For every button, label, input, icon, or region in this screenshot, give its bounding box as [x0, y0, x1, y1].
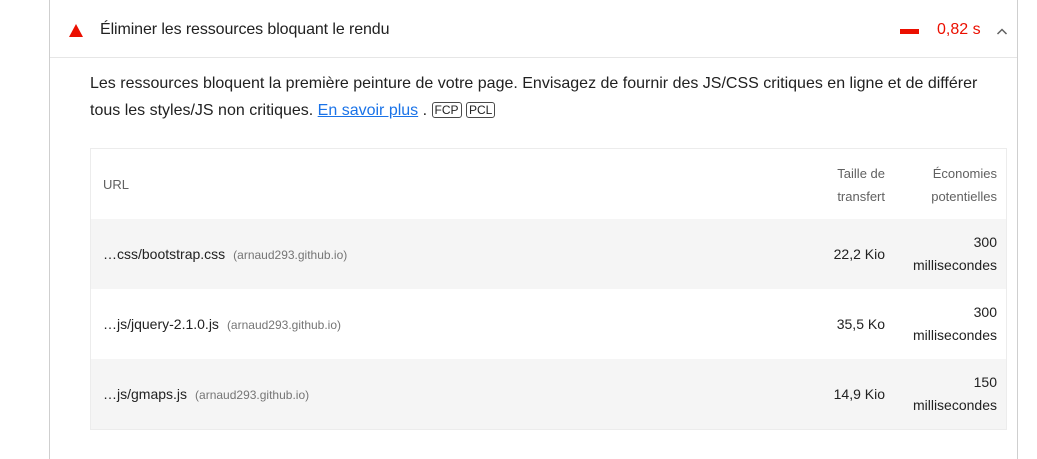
table-row: …css/bootstrap.css (arnaud293.github.io) … [91, 219, 1006, 289]
resources-table: URL Taille de transfert Économies potent… [90, 148, 1007, 430]
row-url-text: …css/bootstrap.css [103, 246, 226, 262]
row-savings: 300 millisecondes [887, 231, 997, 277]
row-savings-unit: millisecondes [912, 397, 997, 413]
chevron-up-icon[interactable] [994, 24, 1010, 40]
row-host: (arnaud293.github.io) [233, 248, 348, 262]
warning-triangle-icon [69, 24, 83, 37]
audit-timing: 0,82 s [937, 21, 981, 38]
row-url: …js/gmaps.js (arnaud293.github.io) [103, 386, 309, 402]
column-header-size-line1: Taille de [837, 166, 885, 181]
column-header-size-line2: transfert [837, 189, 885, 204]
row-savings: 150 millisecondes [887, 371, 997, 417]
row-size: 14,9 Kio [833, 386, 885, 402]
fail-bar-icon [900, 29, 919, 34]
row-url-text: …js/jquery-2.1.0.js [103, 316, 219, 332]
row-savings-value: 300 [973, 234, 997, 250]
column-header-size: Taille de transfert [805, 162, 885, 208]
row-savings-value: 300 [973, 304, 997, 320]
row-url-text: …js/gmaps.js [103, 386, 188, 402]
audit-description: Les ressources bloquent la première pein… [90, 70, 1005, 124]
row-savings-unit: millisecondes [912, 257, 997, 273]
row-size: 22,2 Kio [833, 246, 885, 262]
row-url: …css/bootstrap.css (arnaud293.github.io) [103, 246, 347, 262]
row-savings-unit: millisecondes [912, 327, 997, 343]
column-header-savings-line1: Économies [932, 166, 997, 181]
row-host: (arnaud293.github.io) [195, 388, 310, 402]
table-header: URL Taille de transfert Économies potent… [91, 149, 1006, 219]
learn-more-link[interactable]: En savoir plus [318, 102, 419, 119]
row-size: 35,5 Ko [836, 316, 885, 332]
column-header-savings: Économies potentielles [897, 162, 997, 208]
table-row: …js/jquery-2.1.0.js (arnaud293.github.io)… [91, 289, 1006, 359]
table-row: …js/gmaps.js (arnaud293.github.io) 14,9 K… [91, 359, 1006, 429]
audit-card: Éliminer les ressources bloquant le rend… [49, 0, 1018, 459]
tag-pcl: PCL [465, 102, 496, 118]
row-savings-value: 150 [973, 374, 997, 390]
column-header-url: URL [103, 177, 130, 192]
row-savings: 300 millisecondes [887, 301, 997, 347]
audit-title: Éliminer les ressources bloquant le rend… [100, 21, 390, 38]
description-separator: . [422, 102, 428, 119]
row-url: …js/jquery-2.1.0.js (arnaud293.github.io) [103, 316, 341, 332]
tag-fcp: FCP [431, 102, 462, 118]
audit-header[interactable]: Éliminer les ressources bloquant le rend… [50, 0, 1017, 58]
row-host: (arnaud293.github.io) [226, 318, 342, 332]
column-header-savings-line2: potentielles [931, 189, 997, 204]
description-text: Les ressources bloquent la première pein… [90, 75, 978, 119]
